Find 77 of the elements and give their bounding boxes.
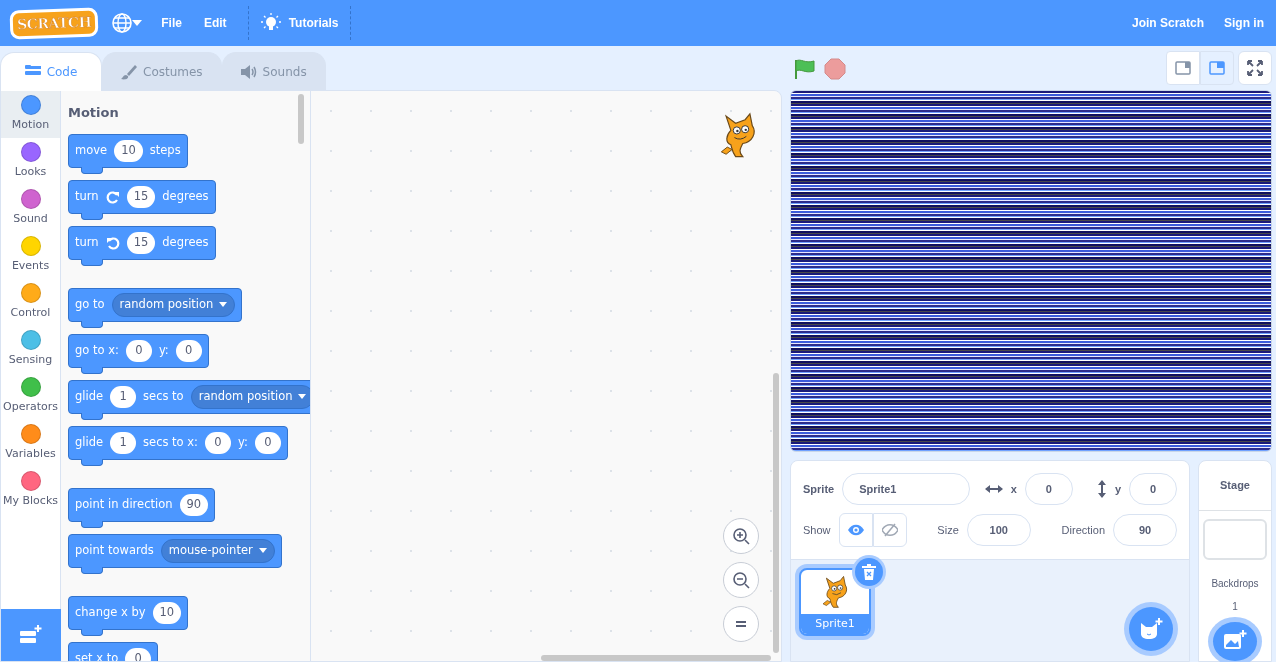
number-input[interactable]: 10 xyxy=(114,139,143,162)
hide-button[interactable] xyxy=(872,513,907,547)
x-field[interactable]: 0 xyxy=(1024,473,1073,505)
block-dropdown[interactable]: mouse-pointer xyxy=(160,538,275,563)
direction-field[interactable]: 90 xyxy=(1113,514,1177,546)
scrollbar-thumb[interactable] xyxy=(541,655,771,661)
number-input[interactable]: 0 xyxy=(205,431,231,454)
scrollbar-thumb[interactable] xyxy=(298,94,304,144)
speaker-icon xyxy=(240,63,257,80)
category-item[interactable]: Sound xyxy=(1,185,60,232)
globe-icon xyxy=(112,13,133,33)
scrollbar-thumb[interactable] xyxy=(773,373,779,653)
caret-icon xyxy=(132,20,143,26)
small-stage-icon xyxy=(1174,59,1192,77)
stop-icon xyxy=(824,57,846,80)
category-item[interactable]: Variables xyxy=(1,420,60,467)
category-item[interactable]: Looks xyxy=(1,138,60,185)
sprite-name-field[interactable]: Sprite1 xyxy=(842,473,971,505)
number-input[interactable]: 0 xyxy=(125,339,152,362)
y-field[interactable]: 0 xyxy=(1129,473,1177,505)
eye-slash-icon xyxy=(881,523,898,537)
category-item[interactable]: Motion xyxy=(1,91,60,138)
backdrops-count: 1 xyxy=(1232,599,1238,614)
number-input[interactable]: 0 xyxy=(254,431,281,454)
backdrop-thumbnail[interactable] xyxy=(1203,518,1267,560)
block-dropdown[interactable]: random position xyxy=(190,384,310,409)
category-item[interactable]: Operators xyxy=(1,373,60,420)
field-label: Direction xyxy=(1061,522,1105,538)
field-label: Show xyxy=(803,522,831,538)
language-button[interactable] xyxy=(112,13,143,33)
field-label: Sprite xyxy=(803,481,835,497)
number-input[interactable]: 10 xyxy=(152,601,182,624)
number-input[interactable]: 0 xyxy=(175,339,202,362)
number-input[interactable]: 90 xyxy=(179,493,209,516)
category-item[interactable]: Sensing xyxy=(1,326,60,373)
extension-icon xyxy=(20,625,42,645)
category-item[interactable]: My Blocks xyxy=(1,467,60,514)
lightbulb-icon xyxy=(260,13,281,33)
cat-plus-icon xyxy=(1139,618,1163,640)
add-extension-button[interactable] xyxy=(1,609,61,661)
stage-layout-button[interactable] xyxy=(1166,51,1200,85)
zoom-out-button[interactable] xyxy=(723,562,759,598)
stage-title: Stage xyxy=(1199,461,1271,511)
fullscreen-button[interactable] xyxy=(1238,51,1272,85)
number-input[interactable]: 15 xyxy=(126,231,156,254)
vertical-arrows-icon xyxy=(1096,480,1107,498)
size-field[interactable]: 100 xyxy=(966,514,1031,546)
backdrops-label: Backdrops xyxy=(1211,576,1259,591)
category-item[interactable]: Events xyxy=(1,232,60,279)
caret-icon xyxy=(219,302,228,308)
trash-icon xyxy=(862,564,876,580)
paintbrush-icon xyxy=(121,63,137,80)
zoom-out-icon xyxy=(732,571,750,589)
eye-icon xyxy=(847,524,864,536)
category-heading: Motion xyxy=(68,104,119,122)
block-dropdown[interactable]: random position xyxy=(111,292,236,317)
field-label: x xyxy=(1010,481,1017,497)
number-input[interactable]: 1 xyxy=(110,431,137,454)
category-item[interactable]: Control xyxy=(1,279,60,326)
number-input[interactable]: 1 xyxy=(110,385,137,408)
field-label: y xyxy=(1114,481,1121,497)
field-label: Size xyxy=(937,522,959,538)
delete-button[interactable] xyxy=(855,558,883,586)
show-button[interactable] xyxy=(838,513,873,547)
reset-zoom-button[interactable] xyxy=(723,606,759,642)
zoom-in-button[interactable] xyxy=(723,518,759,554)
fullscreen-icon xyxy=(1247,60,1263,76)
caret-icon xyxy=(298,394,307,400)
caret-icon xyxy=(258,548,267,554)
horizontal-arrows-icon xyxy=(984,484,1003,494)
stop-button[interactable] xyxy=(824,56,846,80)
normal-stage-icon xyxy=(1208,59,1226,77)
flag-icon xyxy=(794,57,816,80)
number-input[interactable]: 15 xyxy=(126,185,156,208)
rotate-clockwise-icon xyxy=(105,189,120,204)
zoom-in-icon xyxy=(732,527,750,545)
rotate-counterclockwise-icon xyxy=(105,235,120,250)
